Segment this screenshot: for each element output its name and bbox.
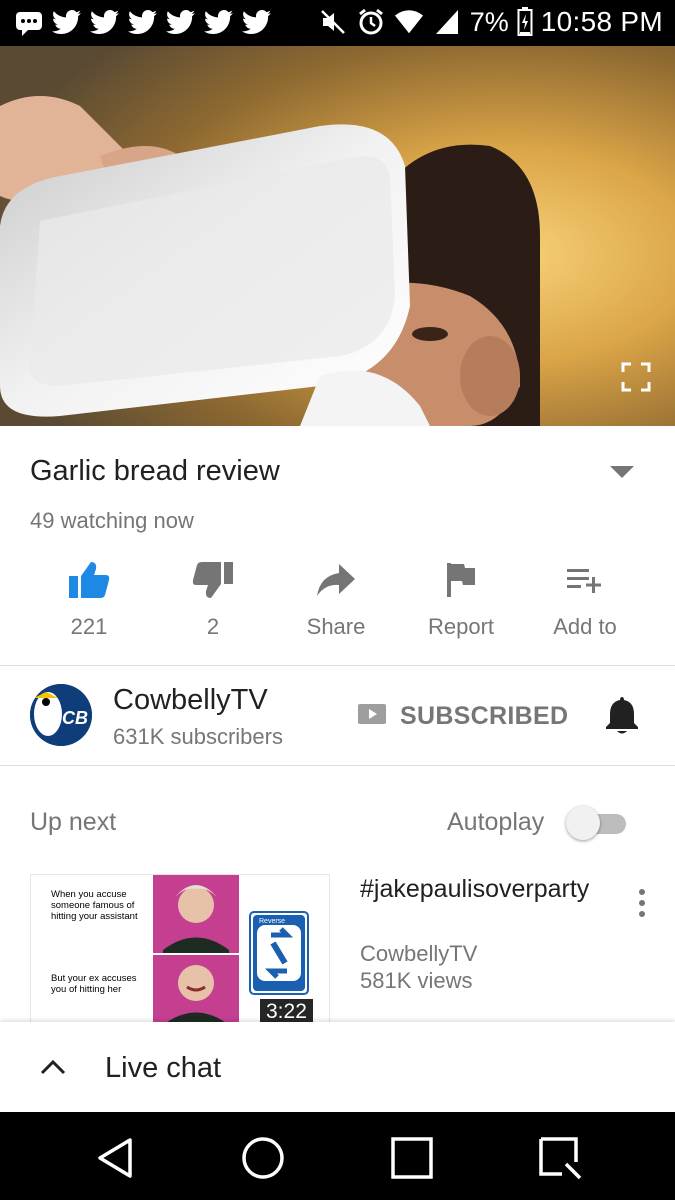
report-button[interactable]: Report: [399, 558, 523, 640]
twitter-icon: [166, 8, 196, 38]
screenshot-icon[interactable]: [536, 1134, 584, 1182]
divider: [0, 765, 675, 766]
battery-percent: 7%: [469, 6, 509, 37]
battery-icon: [517, 7, 533, 37]
dislike-button[interactable]: 2: [151, 558, 275, 640]
video-player[interactable]: [0, 46, 675, 426]
channel-name[interactable]: CowbellyTV: [113, 684, 268, 717]
expand-description-icon[interactable]: [609, 464, 635, 480]
notification-bell-icon[interactable]: [604, 694, 640, 734]
clock: 10:58 PM: [540, 6, 663, 37]
thumbnail-caption-top: When you accuse someone famous of hittin…: [51, 889, 138, 922]
toggle-knob: [566, 806, 600, 840]
twitter-icon: [52, 8, 82, 38]
action-bar: 221 2 Share Report Add to: [0, 558, 675, 648]
channel-avatar[interactable]: CB: [30, 684, 92, 746]
like-count: 221: [70, 614, 108, 639]
message-icon: [14, 8, 44, 38]
flag-icon: [447, 563, 475, 597]
watching-count: 49 watching now: [30, 508, 194, 533]
avatar-text: CB: [62, 708, 88, 728]
next-video-views: 581K views: [360, 968, 473, 993]
playlist-add-icon: [567, 569, 601, 593]
twitter-icon: [128, 8, 158, 38]
home-icon[interactable]: [239, 1134, 287, 1182]
reverse-card: Reverse: [249, 911, 309, 995]
video-frame: [0, 46, 675, 426]
more-options-icon[interactable]: [636, 888, 648, 918]
signal-icon: [432, 7, 462, 37]
subscribed-play-icon: [358, 704, 386, 724]
thumbs-down-icon: [192, 562, 233, 598]
avatar-image: CB: [30, 684, 92, 746]
notification-icons: [14, 8, 272, 38]
next-video-title[interactable]: #jakepaulisoverparty: [360, 874, 600, 904]
report-label: Report: [427, 614, 495, 639]
share-label: Share: [306, 614, 366, 639]
up-next-heading: Up next: [30, 808, 117, 836]
like-button[interactable]: 221: [27, 558, 151, 640]
system-status: 7% 10:58 PM: [318, 6, 663, 38]
chevron-up-icon: [40, 1059, 66, 1075]
video-duration: 3:22: [260, 999, 313, 1023]
share-button[interactable]: Share: [274, 558, 398, 640]
thumbnail-photo: [153, 875, 239, 1023]
add-to-button[interactable]: Add to: [523, 558, 647, 640]
fullscreen-icon[interactable]: [621, 362, 651, 392]
live-chat-label: Live chat: [105, 1052, 222, 1084]
reverse-card-label: Reverse: [259, 918, 285, 925]
android-nav-bar: [0, 1112, 675, 1200]
thumbnail-caption-bottom: But your ex accuses you of hitting her: [51, 973, 137, 995]
twitter-icon: [90, 8, 120, 38]
alarm-icon: [356, 7, 386, 37]
add-to-label: Add to: [553, 614, 617, 639]
video-thumbnail[interactable]: When you accuse someone famous of hittin…: [30, 874, 330, 1024]
share-icon: [317, 564, 355, 596]
live-chat-bar[interactable]: Live chat: [0, 1022, 675, 1112]
dislike-count: 2: [206, 614, 220, 639]
channel-subscribers: 631K subscribers: [113, 724, 283, 749]
twitter-icon: [204, 8, 234, 38]
mute-icon: [318, 7, 348, 37]
thumbnail-faces: [153, 875, 239, 1023]
recents-icon[interactable]: [388, 1134, 436, 1182]
autoplay-label: Autoplay: [447, 808, 545, 836]
thumbs-up-icon: [69, 562, 110, 598]
video-title: Garlic bread review: [30, 455, 280, 487]
reverse-card-art: Reverse: [253, 915, 305, 991]
back-icon[interactable]: [92, 1134, 140, 1182]
status-bar: 7% 10:58 PM: [0, 0, 675, 46]
autoplay-toggle[interactable]: [566, 806, 626, 840]
next-video-channel: CowbellyTV: [360, 941, 478, 966]
subscribed-button[interactable]: SUBSCRIBED: [400, 702, 568, 731]
twitter-icon: [242, 8, 272, 38]
wifi-icon: [394, 7, 424, 37]
divider: [0, 665, 675, 666]
